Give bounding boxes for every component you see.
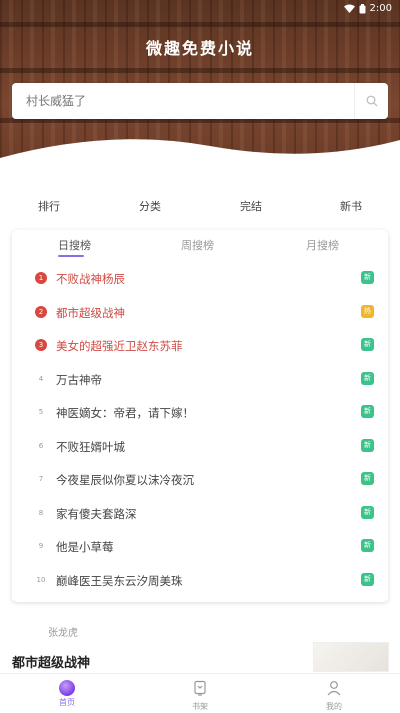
book-title[interactable]: 美女的超强近卫赵东苏菲 <box>56 338 183 354</box>
rank-number: 7 <box>38 475 44 483</box>
home-icon <box>59 680 75 696</box>
search-input[interactable] <box>12 83 354 119</box>
bottom-tab-bar: 首页 书架 我的 <box>0 673 400 713</box>
search-bar[interactable] <box>12 83 388 119</box>
list-item[interactable]: 7 今夜星辰似你夏以沫冷夜沉 新 <box>12 464 388 498</box>
category-classify[interactable]: 分类 <box>139 198 161 214</box>
category-new-books[interactable]: 新书 <box>340 198 362 214</box>
new-badge: 新 <box>361 505 374 519</box>
category-ranking[interactable]: 排行 <box>38 198 60 214</box>
rank-number: 2 <box>35 305 47 318</box>
book-title[interactable]: 他是小草莓 <box>56 539 114 555</box>
book-title[interactable]: 不败战神杨辰 <box>56 271 125 287</box>
list-item[interactable]: 4 万古神帝 新 <box>12 364 388 398</box>
list-item[interactable]: 2 都市超级战神 热 <box>12 297 388 331</box>
rank-number: 8 <box>38 508 44 517</box>
list-item[interactable]: 10 巅峰医王吴东云汐周美珠 新 <box>12 565 388 599</box>
list-item[interactable]: 9 他是小草莓 新 <box>12 531 388 565</box>
new-badge: 新 <box>361 472 374 485</box>
author-label: 张龙虎 <box>48 628 78 639</box>
new-badge: 新 <box>361 539 374 552</box>
list-item[interactable]: 8 家有傻夫套路深 新 <box>12 498 388 532</box>
ranking-list: 1 不败战神杨辰 新 2 都市超级战神 热 3 美女的超强近卫赵东苏菲 新 4 … <box>12 263 388 598</box>
list-item[interactable]: 5 神医嫡女：帝君，请下嫁！ 新 <box>12 397 388 431</box>
user-icon <box>326 681 342 700</box>
list-item[interactable]: 1 不败战神杨辰 新 <box>12 263 388 297</box>
tab-label: 首页 <box>59 698 75 707</box>
rank-number: 4 <box>38 374 44 383</box>
rank-number: 9 <box>38 542 44 550</box>
book-title[interactable]: 神医嫡女：帝君，请下嫁！ <box>56 405 194 421</box>
rank-number: 1 <box>35 272 47 284</box>
tab-mine[interactable]: 我的 <box>314 680 354 712</box>
rank-number: 5 <box>38 408 44 416</box>
category-nav: 排行 分类 完结 新书 <box>0 198 400 218</box>
tab-weekly[interactable]: 周搜榜 <box>181 237 214 253</box>
new-badge: 新 <box>361 371 374 385</box>
app-page: 2:00 微趣免费小说 排行 分类 完结 新书 日搜榜 周搜榜 月搜榜 <box>0 0 400 713</box>
book-title[interactable]: 今夜星辰似你夏以沫冷夜沉 <box>56 472 194 488</box>
list-item[interactable]: 6 不败狂婿叶城 新 <box>12 431 388 465</box>
ranking-card: 日搜榜 周搜榜 月搜榜 1 不败战神杨辰 新 2 都市超级战神 热 3 美女的超… <box>12 230 388 602</box>
tab-monthly[interactable]: 月搜榜 <box>306 237 339 253</box>
book-title[interactable]: 巅峰医王吴东云汐周美珠 <box>56 573 183 589</box>
rank-number: 3 <box>35 339 47 351</box>
book-cover[interactable] <box>313 642 389 672</box>
status-time: 2:00 <box>369 3 392 14</box>
status-bar: 2:00 <box>0 0 400 18</box>
ranking-tabs: 日搜榜 周搜榜 月搜榜 <box>12 230 388 260</box>
list-item[interactable]: 3 美女的超强近卫赵东苏菲 新 <box>12 330 388 364</box>
rank-number: 10 <box>36 575 46 584</box>
featured-book-title[interactable]: 都市超级战神 <box>12 652 90 671</box>
search-button[interactable] <box>354 83 388 119</box>
new-badge: 新 <box>361 438 374 452</box>
tab-label: 我的 <box>326 702 342 711</box>
book-title[interactable]: 万古神帝 <box>56 372 102 388</box>
tab-daily[interactable]: 日搜榜 <box>58 237 91 253</box>
book-title[interactable]: 都市超级战神 <box>56 305 125 321</box>
new-badge: 新 <box>361 271 374 284</box>
new-badge: 新 <box>361 338 374 351</box>
header-banner: 2:00 微趣免费小说 <box>0 0 400 178</box>
bookshelf-icon <box>192 680 208 700</box>
new-badge: 新 <box>361 572 374 586</box>
battery-icon <box>359 3 366 14</box>
tab-home[interactable]: 首页 <box>47 680 87 708</box>
hot-badge: 热 <box>361 304 374 318</box>
header-wave <box>0 139 400 178</box>
rank-number: 6 <box>38 441 44 450</box>
tab-bookshelf[interactable]: 书架 <box>180 680 220 712</box>
wifi-icon <box>343 4 355 13</box>
tab-label: 书架 <box>192 702 208 711</box>
book-title[interactable]: 家有傻夫套路深 <box>56 506 137 522</box>
search-icon <box>366 92 378 111</box>
app-title: 微趣免费小说 <box>145 39 254 58</box>
book-title[interactable]: 不败狂婿叶城 <box>56 439 125 455</box>
category-finished[interactable]: 完结 <box>240 198 262 214</box>
tab-active-indicator <box>58 255 84 257</box>
new-badge: 新 <box>361 405 374 418</box>
